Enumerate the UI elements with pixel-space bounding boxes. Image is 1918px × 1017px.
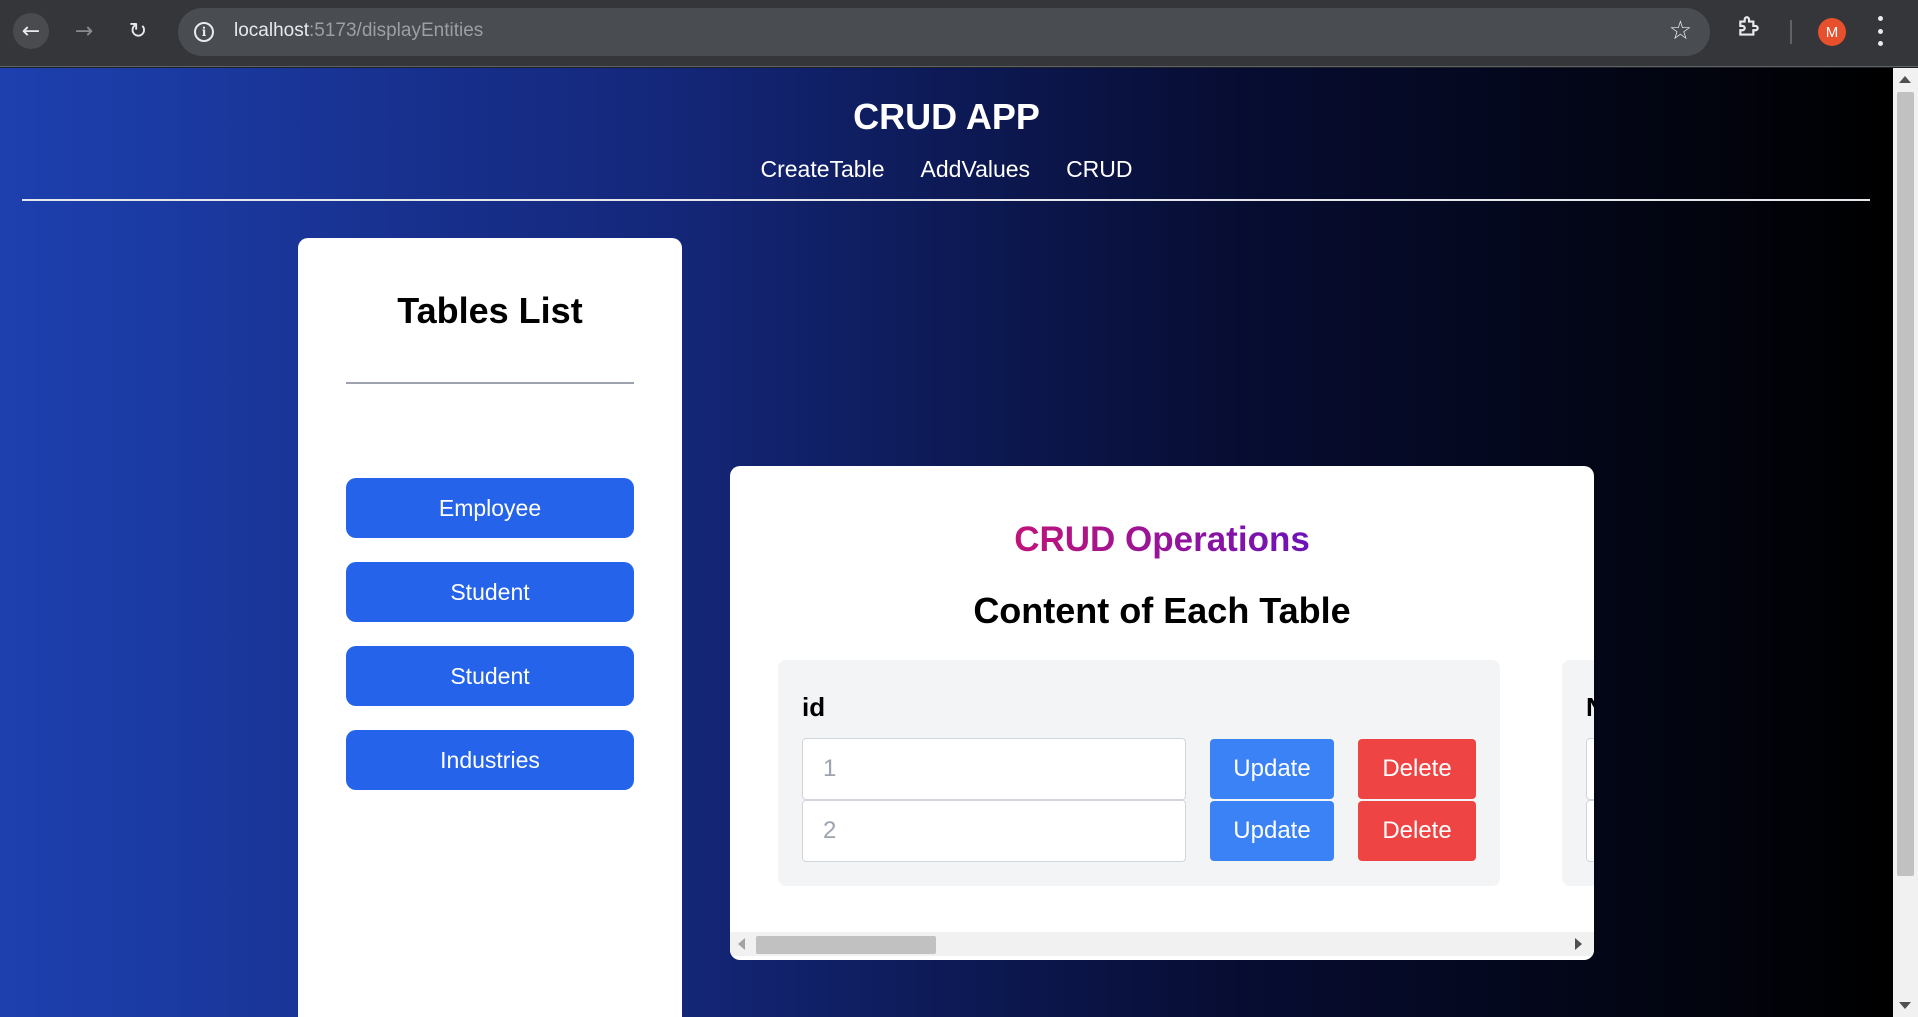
value-input[interactable] [1586, 738, 1594, 800]
toolbar-divider [1790, 20, 1792, 44]
tables-list-panel: Tables List Employee Student Student Ind… [298, 238, 682, 1017]
scroll-left-arrow-icon[interactable] [738, 938, 745, 950]
nav-link-createtable[interactable]: CreateTable [760, 156, 884, 183]
table-button-student[interactable]: Student [346, 562, 634, 622]
forward-arrow-icon[interactable]: → [66, 13, 102, 49]
table-button-industries[interactable]: Industries [346, 730, 634, 790]
profile-avatar[interactable]: M [1818, 18, 1846, 46]
app-title: CRUD APP [853, 96, 1040, 137]
vertical-scrollbar[interactable] [1893, 68, 1918, 1017]
crud-subtitle: Content of Each Table [973, 590, 1351, 631]
value-input[interactable]: 1 [802, 738, 1186, 800]
update-button[interactable]: Update [1210, 739, 1334, 799]
scroll-right-arrow-icon[interactable] [1575, 938, 1582, 950]
site-info-icon[interactable]: i [194, 22, 214, 42]
back-arrow-icon[interactable]: ← [13, 13, 49, 49]
browser-toolbar: ← → ↻ i localhost:5173/displayEntities ☆… [0, 0, 1918, 67]
browser-menu-icon[interactable] [1876, 16, 1884, 46]
horizontal-scrollbar[interactable] [730, 932, 1594, 956]
url-text[interactable]: localhost:5173/displayEntities [234, 20, 483, 42]
bookmark-star-icon[interactable]: ☆ [1669, 16, 1692, 46]
page-viewport: CRUD APP CreateTable AddValues CRUD Tabl… [0, 68, 1893, 1017]
vertical-scroll-thumb[interactable] [1897, 92, 1914, 876]
reload-icon[interactable]: ↻ [120, 13, 156, 49]
scroll-down-arrow-icon[interactable] [1899, 1002, 1911, 1009]
tables-list-title: Tables List [397, 290, 583, 331]
nav-link-addvalues[interactable]: AddValues [921, 156, 1031, 183]
nav-link-crud[interactable]: CRUD [1066, 156, 1132, 183]
column-label: id [802, 692, 826, 722]
scroll-up-arrow-icon[interactable] [1899, 76, 1911, 83]
delete-button[interactable]: Delete [1358, 801, 1476, 861]
sidebar-divider [346, 382, 634, 384]
delete-button[interactable]: Delete [1358, 739, 1476, 799]
crud-title-text: CRUD Operations [1014, 520, 1310, 559]
value-input[interactable] [1586, 800, 1594, 862]
crud-operations-card: CRUD Operations Content of Each Table id… [730, 466, 1594, 960]
table-button-student-2[interactable]: Student [346, 646, 634, 706]
column-panel-n: N [1562, 660, 1594, 886]
column-panel-id: id 1 Update Delete 2 Update Delete [778, 660, 1500, 886]
update-button[interactable]: Update [1210, 801, 1334, 861]
crud-title: CRUD Operations [730, 520, 1594, 560]
header-divider [22, 199, 1870, 201]
url-host: localhost [234, 20, 309, 41]
top-nav: CreateTable AddValues CRUD [0, 156, 1893, 183]
table-button-employee[interactable]: Employee [346, 478, 634, 538]
horizontal-scroll-thumb[interactable] [756, 936, 936, 954]
extensions-puzzle-icon[interactable] [1736, 14, 1762, 40]
address-bar[interactable]: i localhost:5173/displayEntities ☆ [178, 8, 1710, 56]
column-label: N [1586, 692, 1594, 723]
url-path: :5173/displayEntities [309, 20, 484, 41]
value-input[interactable]: 2 [802, 800, 1186, 862]
